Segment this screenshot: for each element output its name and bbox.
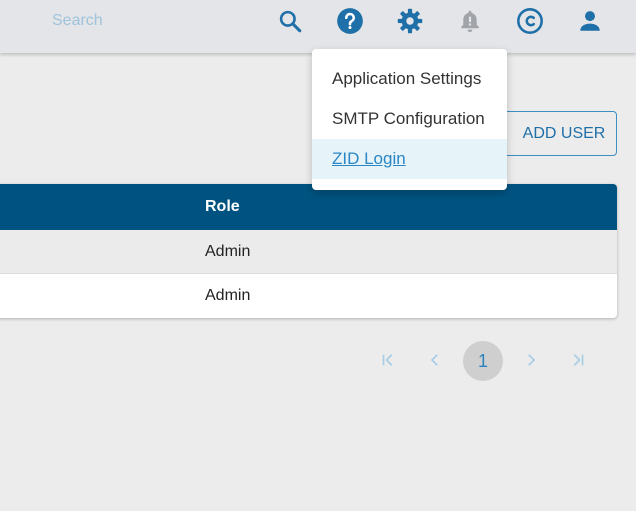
copyright-icon[interactable]: [515, 6, 545, 36]
role-cell: Admin: [205, 287, 251, 304]
chevron-right-icon: [528, 354, 536, 366]
last-page-icon: [573, 354, 584, 366]
help-icon[interactable]: [335, 6, 365, 36]
table-header: Role: [0, 184, 617, 230]
last-page-button[interactable]: [559, 341, 597, 379]
column-header-role[interactable]: Role: [205, 198, 240, 216]
table-row[interactable]: Admin: [0, 274, 617, 318]
settings-icon[interactable]: [395, 6, 425, 36]
add-user-button[interactable]: ADD USER: [497, 111, 617, 156]
menu-item-smtp-configuration[interactable]: SMTP Configuration: [312, 99, 507, 139]
notifications-icon[interactable]: [455, 6, 485, 36]
prev-page-button[interactable]: [416, 341, 454, 379]
page-1-button[interactable]: 1: [463, 341, 503, 381]
chevron-left-icon: [430, 354, 438, 366]
menu-item-zid-login[interactable]: ZID Login: [312, 139, 507, 179]
search-input[interactable]: [40, 8, 240, 34]
settings-dropdown-menu: Application Settings SMTP Configuration …: [312, 49, 507, 190]
role-cell: Admin: [205, 243, 251, 260]
table-row[interactable]: Admin: [0, 230, 617, 274]
first-page-button[interactable]: [369, 341, 407, 379]
account-icon[interactable]: [575, 6, 605, 36]
menu-item-application-settings[interactable]: Application Settings: [312, 59, 507, 99]
pagination: 1: [0, 341, 636, 381]
top-bar: [0, 0, 636, 53]
search-icon[interactable]: [275, 6, 305, 36]
users-table: Role Admin Admin: [0, 184, 617, 318]
first-page-icon: [382, 354, 393, 366]
next-page-button[interactable]: [512, 341, 550, 379]
